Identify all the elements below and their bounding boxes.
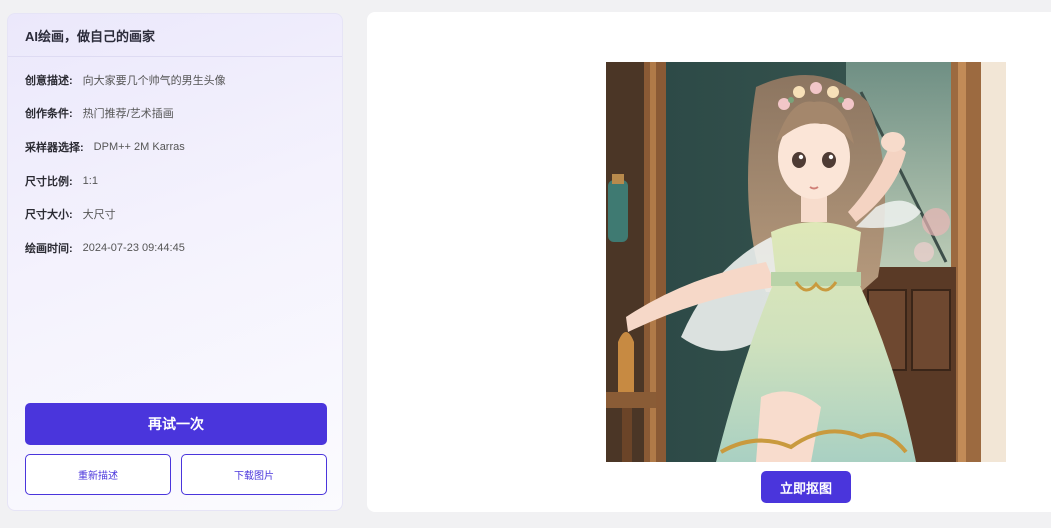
download-image-button[interactable]: 下载图片 [181,454,327,495]
redescribe-button[interactable]: 重新描述 [25,454,171,495]
info-row-description: 创意描述: 向大家要几个帅气的男生头像 [8,63,342,97]
artwork-illustration [606,62,1006,462]
info-row-conditions: 创作条件: 热门推荐/艺术插画 [8,97,342,131]
info-label: 创作条件: [25,108,73,121]
info-value: 1:1 [82,174,98,187]
generated-artwork[interactable] [606,62,1006,462]
retry-button[interactable]: 再试一次 [25,403,327,445]
info-row-sampler: 采样器选择: DPM++ 2M Karras [8,130,342,164]
panel-title: AI绘画，做自己的画家 [8,14,342,57]
info-list: 创意描述: 向大家要几个帅气的男生头像 创作条件: 热门推荐/艺术插画 采样器选… [8,57,342,265]
info-label: 采样器选择: [25,141,84,154]
cutout-button[interactable]: 立即抠图 [761,471,851,503]
info-value: 大尺寸 [82,209,116,222]
info-row-time: 绘画时间: 2024-07-23 09:44:45 [8,231,342,265]
info-row-size: 尺寸大小: 大尺寸 [8,197,342,231]
info-label: 尺寸比例: [25,175,73,188]
info-label: 创意描述: [25,74,73,87]
generation-info-panel: AI绘画，做自己的画家 创意描述: 向大家要几个帅气的男生头像 创作条件: 热门… [7,13,343,511]
preview-panel: 立即抠图 [367,12,1051,512]
info-row-ratio: 尺寸比例: 1:1 [8,164,342,198]
info-label: 尺寸大小: [25,209,73,222]
info-value: 热门推荐/艺术插画 [82,108,174,121]
info-label: 绘画时间: [25,242,73,255]
info-value: 2024-07-23 09:44:45 [82,241,185,254]
info-value: DPM++ 2M Karras [93,140,185,153]
info-value: 向大家要几个帅气的男生头像 [82,74,226,87]
